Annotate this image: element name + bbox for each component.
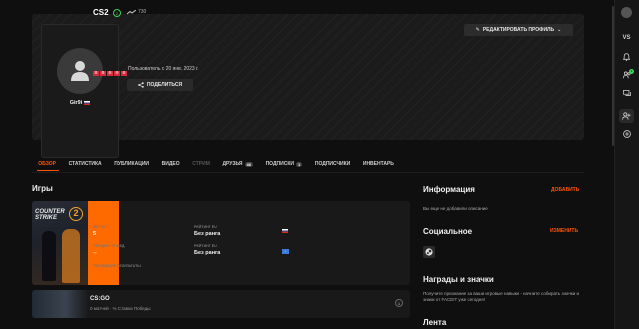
friends-online-badge: 1 <box>629 69 634 74</box>
rating-country-label: РЕЙТИНГ EU <box>194 244 217 248</box>
russia-flag-icon <box>282 229 288 233</box>
tab-inventory[interactable]: ИНВЕНТАРЬ <box>357 158 401 170</box>
info-title: Информация <box>423 185 475 194</box>
cs2-level-badge: 2 <box>113 9 121 17</box>
chevron-down-icon: ⌄ <box>557 27 562 33</box>
plus-circle-icon <box>622 130 631 138</box>
info-empty-text: Вы еще не добавили описание <box>423 206 488 211</box>
rating-eu-value: Без ранга <box>194 231 221 237</box>
share-icon <box>138 82 144 88</box>
cs2-elo: 730 <box>127 9 146 15</box>
elo-trend-icon <box>127 9 136 14</box>
csgo-cover-image <box>32 290 88 318</box>
steam-icon[interactable] <box>423 246 435 258</box>
tab-overview[interactable]: ОБЗОР <box>32 158 62 170</box>
friends-button[interactable]: 1 <box>619 68 634 82</box>
winrate-value: -- <box>93 250 97 256</box>
csgo-game-card[interactable] <box>32 290 410 318</box>
matches-value: 5 <box>93 231 97 237</box>
cs2-game-card[interactable]: COUNTER STRIKE 2 <box>32 201 410 285</box>
cs2-name: CS2 <box>93 8 109 17</box>
region-rank-icon: ↓ <box>282 249 289 254</box>
recent-result: П <box>121 71 127 76</box>
rail-vs-button[interactable]: VS <box>619 31 634 45</box>
cs2-logo: COUNTER STRIKE 2 <box>35 207 88 221</box>
member-since: Пользователь с 20 янв. 2023 г. <box>128 66 199 72</box>
active-tab-indicator <box>37 170 59 171</box>
share-label: ПОДЕЛИТЬСЯ <box>146 82 183 88</box>
cs2-cover-image: COUNTER STRIKE 2 <box>32 201 88 285</box>
edit-profile-button[interactable]: ✎ РЕДАКТИРОВАТЬ ПРОФИЛЬ ⌄ <box>464 24 573 36</box>
awards-text: Получите признание за ваши игровые навык… <box>423 291 580 302</box>
user-menu[interactable] <box>619 5 634 19</box>
recent-result: П <box>100 71 106 76</box>
csgo-name: CS:GO <box>90 296 110 302</box>
recent-result: П <box>114 71 120 76</box>
recent-result: П <box>93 71 99 76</box>
change-social-link[interactable]: ИЗМЕНИТЬ <box>550 228 578 234</box>
main-content: ✎ РЕДАКТИРОВАТЬ ПРОФИЛЬ ⌄ Gir9i Пользова… <box>0 0 614 329</box>
tab-stats[interactable]: СТАТИСТИКА <box>62 158 108 170</box>
awards-title: Награды и значки <box>423 275 494 284</box>
vs-label: VS <box>622 35 631 41</box>
tab-stream[interactable]: СТРИМ <box>186 158 216 170</box>
pencil-icon: ✎ <box>475 27 480 33</box>
nickname-text: Gir9i <box>69 100 83 106</box>
tab-posts[interactable]: ПУБЛИКАЦИИ <box>108 158 155 170</box>
chat-button[interactable] <box>619 86 634 100</box>
tab-friends[interactable]: ДРУЗЬЯ 46 <box>216 158 259 170</box>
edit-profile-label: РЕДАКТИРОВАТЬ ПРОФИЛЬ <box>482 27 555 33</box>
add-party-icon <box>622 112 631 120</box>
feed-title: Лента <box>423 318 447 327</box>
party-button[interactable] <box>619 109 634 123</box>
cs2-accent-strip <box>88 201 119 285</box>
tab-followers[interactable]: ПОДПИСЧИКИ <box>309 158 357 170</box>
user-placeholder-icon <box>71 61 89 81</box>
tab-video[interactable]: ВИДЕО <box>155 158 186 170</box>
tabs-divider <box>32 172 584 173</box>
add-info-link[interactable]: ДОБАВИТЬ <box>551 187 579 193</box>
share-button[interactable]: ПОДЕЛИТЬСЯ <box>127 79 193 91</box>
friends-count-badge: 46 <box>244 161 253 167</box>
matches-label: МАТЧИ <box>93 225 106 229</box>
winrate-label: ПРОЦЕНТ ПОБЕД <box>93 244 125 248</box>
tab-following[interactable]: ПОДПИСКИ 1 <box>259 158 308 170</box>
rating-country-value: Без ранга <box>194 250 221 256</box>
csgo-summary: 0 матчей · % Ставка Победы <box>90 306 151 311</box>
avatar <box>621 6 632 18</box>
social-title: Социальное <box>423 227 473 236</box>
russia-flag-icon <box>84 101 91 105</box>
rating-eu-label: РЕЙТИНГ EU <box>194 225 217 229</box>
csgo-level-badge: 1 <box>395 299 403 307</box>
bell-icon <box>623 53 630 61</box>
create-button[interactable] <box>619 127 634 141</box>
games-title: Игры <box>32 184 53 193</box>
recent-result: П <box>107 71 113 76</box>
recent-results-label: ПОСЛЕДНИЕ РЕЗУЛЬТАТЫ <box>93 264 141 268</box>
following-count-badge: 1 <box>296 161 303 167</box>
chat-icon <box>622 89 631 96</box>
profile-tabs: ОБЗОР СТАТИСТИКА ПУБЛИКАЦИИ ВИДЕО СТРИМ … <box>32 158 400 172</box>
notifications-button[interactable] <box>619 50 634 64</box>
nickname: Gir9i <box>41 100 119 106</box>
